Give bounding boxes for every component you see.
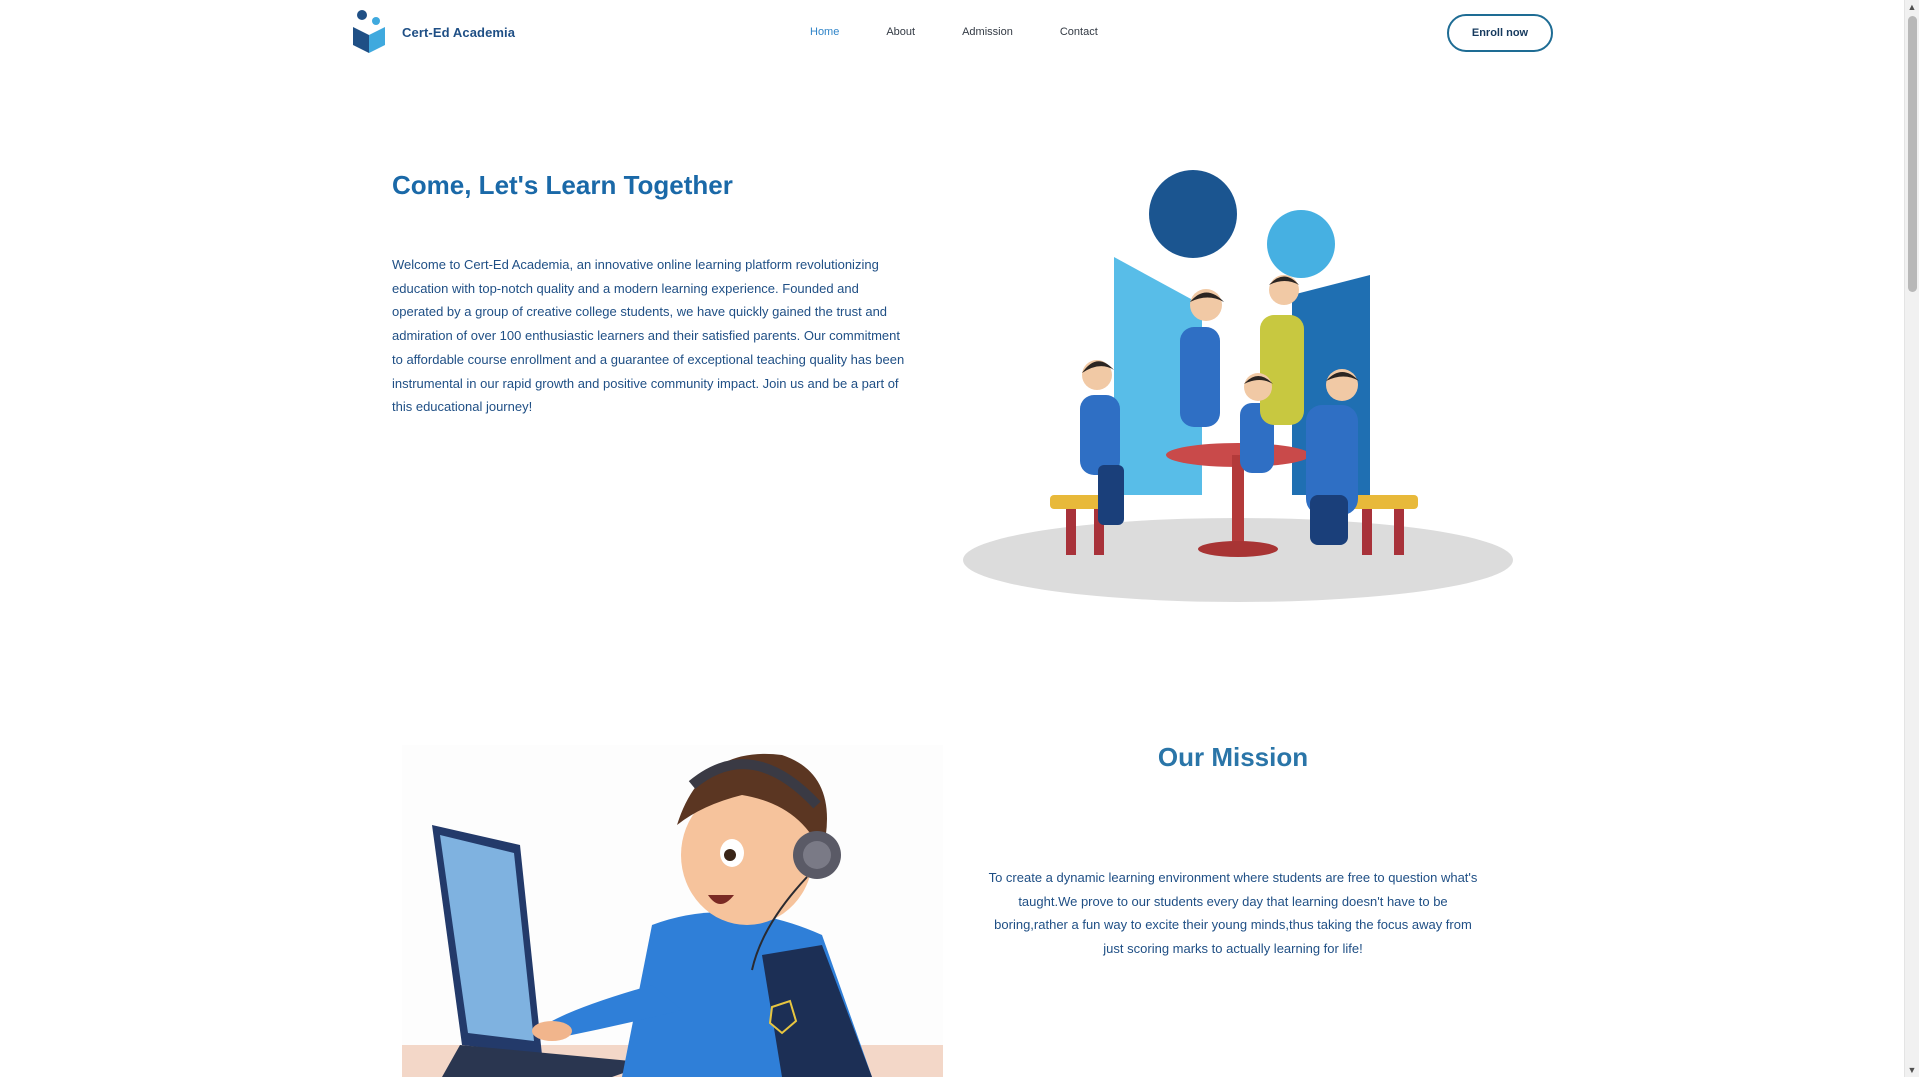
nav-contact-link[interactable]: Contact bbox=[1060, 26, 1098, 38]
page-scrollbar[interactable]: ▲ ▼ bbox=[1904, 0, 1919, 1077]
family-at-table-illustration bbox=[963, 170, 1513, 602]
scroll-up-arrow-icon[interactable]: ▲ bbox=[1905, 0, 1919, 14]
scroll-thumb[interactable] bbox=[1908, 16, 1917, 292]
nav-home-link[interactable]: Home bbox=[810, 26, 839, 38]
book-people-logo-icon bbox=[353, 10, 385, 53]
enroll-button[interactable]: Enroll now bbox=[1447, 14, 1553, 52]
hero-title: Come, Let's Learn Together bbox=[392, 170, 733, 200]
brand-name: Cert-Ed Academia bbox=[402, 24, 516, 40]
main-nav: Home About Admission Contact bbox=[810, 26, 1145, 38]
mission-description: To create a dynamic learning environment… bbox=[988, 870, 1478, 957]
logo[interactable]: Cert-Ed Academia bbox=[351, 9, 515, 55]
mission-title: Our Mission bbox=[1157, 742, 1309, 772]
boy-with-laptop-illustration bbox=[402, 745, 943, 1077]
scroll-down-arrow-icon[interactable]: ▼ bbox=[1905, 1063, 1919, 1077]
hero-description: Welcome to Cert-Ed Academia, an innovati… bbox=[392, 257, 905, 415]
nav-about-link[interactable]: About bbox=[886, 26, 915, 38]
nav-admission-link[interactable]: Admission bbox=[962, 26, 1013, 38]
site-header: Cert-Ed Academia Home About Admission Co… bbox=[0, 0, 1904, 68]
